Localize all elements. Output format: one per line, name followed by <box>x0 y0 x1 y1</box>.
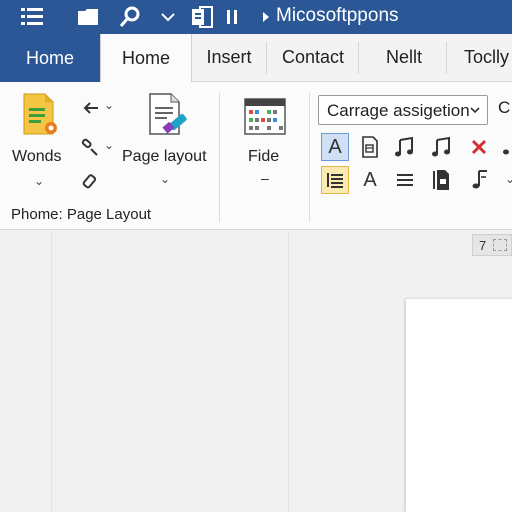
ribbon-divider <box>219 92 220 222</box>
link-icon[interactable] <box>78 136 102 160</box>
document-icon[interactable] <box>428 166 456 194</box>
chevron-down-icon[interactable] <box>156 5 180 29</box>
font-style-button[interactable]: A <box>356 166 384 194</box>
close-icon[interactable] <box>465 133 493 161</box>
paint-brush-icon[interactable] <box>78 170 102 194</box>
music-note-icon[interactable] <box>428 133 456 161</box>
ribbon-divider <box>309 92 310 222</box>
music-note-icon[interactable] <box>500 133 512 161</box>
search-icon[interactable] <box>118 5 142 29</box>
calendar-grid-icon[interactable] <box>244 96 286 136</box>
folder-icon[interactable] <box>76 5 100 29</box>
tab-contact[interactable]: Contact <box>270 34 356 81</box>
margin-line <box>288 231 289 512</box>
margin-line <box>51 231 52 512</box>
caret-right-icon[interactable] <box>254 5 278 29</box>
tab-row: Home Home Insert Contact Nellt Toclly <box>0 34 512 82</box>
align-icon[interactable] <box>391 166 419 194</box>
chevron-down-icon[interactable]: ⌄ <box>104 98 114 112</box>
tab-divider <box>266 42 267 74</box>
chevron-down-icon[interactable]: ⌄ <box>34 174 44 188</box>
tab-divider <box>358 42 359 74</box>
page-layout-icon[interactable] <box>146 92 190 138</box>
music-note-icon[interactable] <box>465 166 493 194</box>
chevron-down-icon[interactable]: ⌄ <box>505 172 512 186</box>
chevron-down-icon <box>469 103 481 121</box>
tab-home-file[interactable]: Home <box>0 34 100 82</box>
ruler-indicator[interactable]: 7 <box>472 234 512 256</box>
undo-arrow-icon[interactable] <box>80 96 104 120</box>
ribbon: Wonds ⌄ ⌄ ⌄ Page layout ⌄ Fide – Carrage… <box>0 82 512 230</box>
tab-toclly[interactable]: Toclly <box>452 34 512 81</box>
pause-icon[interactable] <box>220 5 244 29</box>
style-dropdown-value: Carrage assigetion <box>327 101 470 120</box>
list-format-icon[interactable] <box>321 166 349 194</box>
tab-insert[interactable]: Insert <box>194 34 264 81</box>
document-area[interactable]: 7 <box>0 231 512 512</box>
word-doc-icon[interactable] <box>190 5 214 29</box>
tab-nellt[interactable]: Nellt <box>364 34 444 81</box>
font-color-button[interactable]: A <box>321 133 349 161</box>
fide-sublabel: – <box>261 170 269 186</box>
chevron-down-icon[interactable]: ⌄ <box>104 138 114 152</box>
document-page[interactable] <box>406 299 512 512</box>
document-insert-icon[interactable] <box>356 133 384 161</box>
tab-home[interactable]: Home <box>100 34 192 82</box>
wonds-label[interactable]: Wonds <box>12 148 62 166</box>
menu-list-icon[interactable] <box>20 5 44 29</box>
ruler-value: 7 <box>479 238 487 253</box>
tab-divider <box>446 42 447 74</box>
page-layout-label[interactable]: Page layout <box>122 148 207 166</box>
style-dropdown[interactable]: Carrage assigetion <box>318 95 488 125</box>
title-bar: Micosoftppons <box>0 0 512 34</box>
group-label: Phome: Page Layout <box>11 206 152 223</box>
window-title: Micosoftppons <box>276 5 399 26</box>
fide-label[interactable]: Fide <box>248 148 279 166</box>
chevron-down-icon[interactable]: ⌄ <box>160 172 170 186</box>
music-note-icon[interactable] <box>391 133 419 161</box>
ruler-marker-icon <box>493 239 507 251</box>
wonds-icon[interactable] <box>20 92 60 138</box>
cutoff-label: C <box>498 98 511 117</box>
